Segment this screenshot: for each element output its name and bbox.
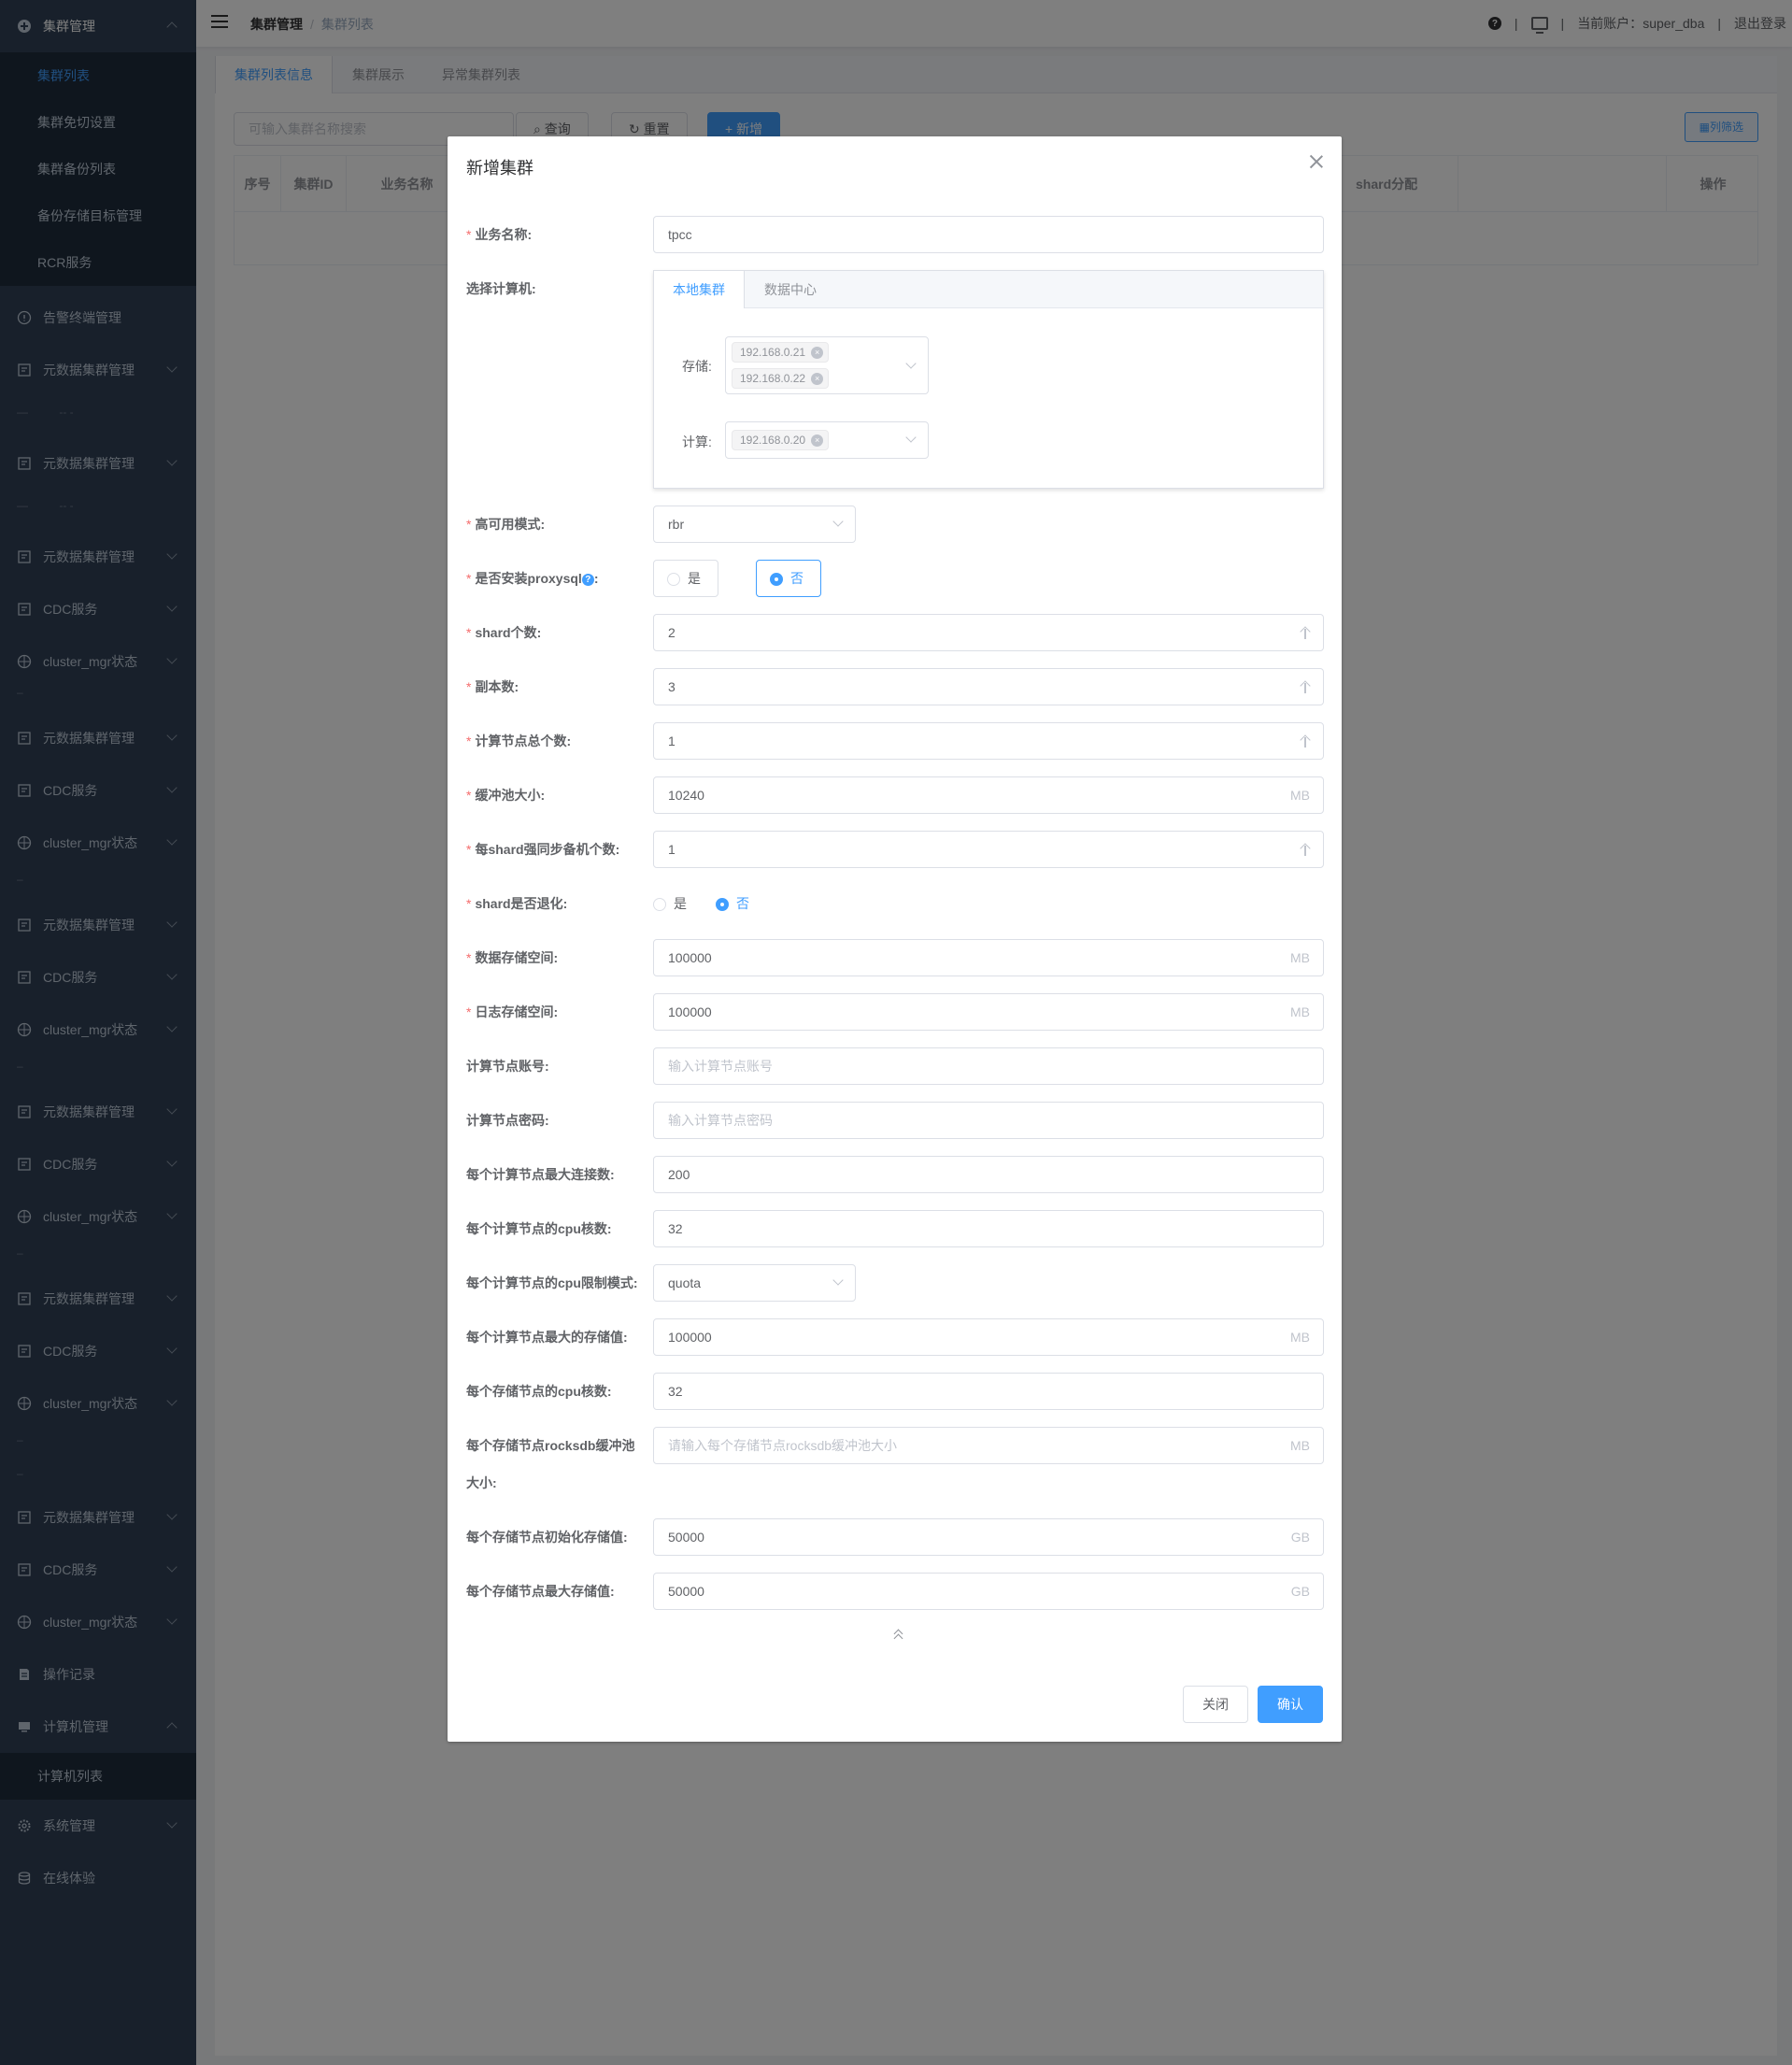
tag-close-icon[interactable]: × [811,373,824,385]
compute-total-input[interactable]: 1 [653,722,1324,760]
degrade-yes-radio[interactable]: 是 [653,885,687,922]
close-button[interactable]: 关闭 [1183,1686,1248,1723]
ha-mode-select[interactable]: rbr [653,506,856,543]
radio-circle-icon [770,573,783,587]
increase-arrow-icon[interactable] [1301,627,1310,639]
compute-tag: 192.168.0.20 × [732,430,830,450]
chevron-down-icon [832,516,844,527]
buffer-pool-input[interactable]: 10240 MB [653,776,1324,814]
chevron-down-icon [905,432,917,443]
data-storage-input[interactable]: 100000 MB [653,939,1324,976]
storage-tag: 192.168.0.22 × [732,368,830,389]
machine-selector: 本地集群 数据中心 存储: 192.168.0.21 × 192.168.0.22… [653,270,1324,489]
storage-select[interactable]: 192.168.0.21 × 192.168.0.22 × [725,336,929,394]
tab-local-cluster[interactable]: 本地集群 [654,271,745,308]
storage-init-input[interactable]: 50000 GB [653,1518,1324,1556]
dialog-title: 新增集群 [466,159,533,178]
confirm-button[interactable]: 确认 [1258,1686,1323,1723]
add-cluster-dialog: 新增集群 * 业务名称: tpcc 选择计算机: 本地集群 数据中心 存储: 19… [448,136,1342,1742]
increase-arrow-icon[interactable] [1301,681,1310,693]
chevron-down-icon [905,358,917,369]
log-storage-input[interactable]: 100000 MB [653,993,1324,1031]
proxysql-no-radio[interactable]: 否 [756,560,821,597]
radio-circle-icon [667,573,680,587]
tag-close-icon[interactable]: × [811,347,824,359]
chevron-down-icon [832,1275,844,1286]
increase-arrow-icon[interactable] [1301,735,1310,748]
business-name-input[interactable]: tpcc [653,216,1324,253]
tag-close-icon[interactable]: × [811,434,824,447]
compute-account-input[interactable]: 输入计算节点账号 [653,1047,1324,1085]
storage-max-input[interactable]: 50000 GB [653,1573,1324,1610]
compute-cpu-input[interactable]: 32 [653,1210,1324,1247]
rocksdb-input[interactable]: 请输入每个存储节点rocksdb缓冲池大小 MB [653,1427,1324,1464]
radio-circle-icon [653,898,666,912]
radio-circle-icon [716,898,729,912]
degrade-no-radio[interactable]: 否 [716,885,749,922]
cpu-limit-select[interactable]: quota [653,1264,856,1302]
sync-standby-input[interactable]: 1 [653,831,1324,868]
increase-arrow-icon[interactable] [1301,844,1310,856]
compute-select[interactable]: 192.168.0.20 × [725,421,929,459]
shard-count-input[interactable]: 2 [653,614,1324,651]
double-chevron-up-icon[interactable] [893,1628,904,1644]
max-conn-input[interactable]: 200 [653,1156,1324,1193]
replica-input[interactable]: 3 [653,668,1324,705]
question-icon[interactable]: ? [581,573,594,586]
tab-data-center[interactable]: 数据中心 [746,271,835,308]
proxysql-yes-radio[interactable]: 是 [653,560,718,597]
close-icon[interactable] [1310,155,1323,168]
storage-cpu-input[interactable]: 32 [653,1373,1324,1410]
compute-max-storage-input[interactable]: 100000 MB [653,1318,1324,1356]
storage-tag: 192.168.0.21 × [732,342,830,363]
compute-password-input[interactable]: 输入计算节点密码 [653,1102,1324,1139]
